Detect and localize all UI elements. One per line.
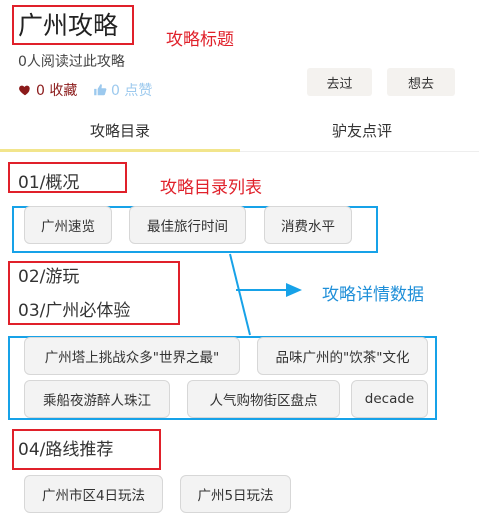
- tab-bar: 攻略目录 驴友点评: [0, 114, 479, 152]
- annotation-toc-label: 攻略目录列表: [160, 178, 262, 198]
- heart-icon: [18, 83, 32, 97]
- guide-chip[interactable]: 广州市区4日玩法: [24, 475, 163, 513]
- section-title-01: 01/概况: [18, 173, 80, 193]
- read-count: 0人阅读过此攻略: [18, 54, 125, 70]
- like-count: 0 点赞: [111, 83, 153, 99]
- been-there-button[interactable]: 去过: [307, 68, 372, 96]
- section-title-04: 04/路线推荐: [18, 440, 114, 460]
- guide-chip[interactable]: 广州速览: [24, 206, 112, 244]
- guide-chip[interactable]: 人气购物街区盘点: [187, 380, 340, 418]
- like-stat[interactable]: 0 点赞: [93, 80, 152, 100]
- guide-chip[interactable]: 最佳旅行时间: [129, 206, 246, 244]
- guide-chip[interactable]: 广州5日玩法: [180, 475, 291, 513]
- favorite-count: 0 收藏: [36, 83, 78, 99]
- guide-chip[interactable]: 乘船夜游醉人珠江: [24, 380, 170, 418]
- tab-guide-toc[interactable]: 攻略目录: [90, 120, 150, 141]
- page-title: 广州攻略: [18, 11, 119, 40]
- guide-chip[interactable]: 广州塔上挑战众多"世界之最": [24, 337, 240, 375]
- active-tab-indicator: [0, 149, 240, 152]
- section-title-03: 03/广州必体验: [18, 301, 131, 321]
- want-to-go-button[interactable]: 想去: [387, 68, 455, 96]
- thumbs-up-icon: [93, 83, 107, 97]
- favorite-stat[interactable]: 0 收藏: [18, 80, 77, 100]
- annotation-detail-label: 攻略详情数据: [322, 285, 424, 305]
- annotation-title-label: 攻略标题: [166, 30, 234, 50]
- guide-chip[interactable]: 品味广州的"饮茶"文化: [257, 337, 428, 375]
- tab-traveler-reviews[interactable]: 驴友点评: [332, 120, 392, 141]
- section-title-02: 02/游玩: [18, 267, 80, 287]
- guide-chip[interactable]: decade: [351, 380, 428, 418]
- guide-chip[interactable]: 消费水平: [264, 206, 352, 244]
